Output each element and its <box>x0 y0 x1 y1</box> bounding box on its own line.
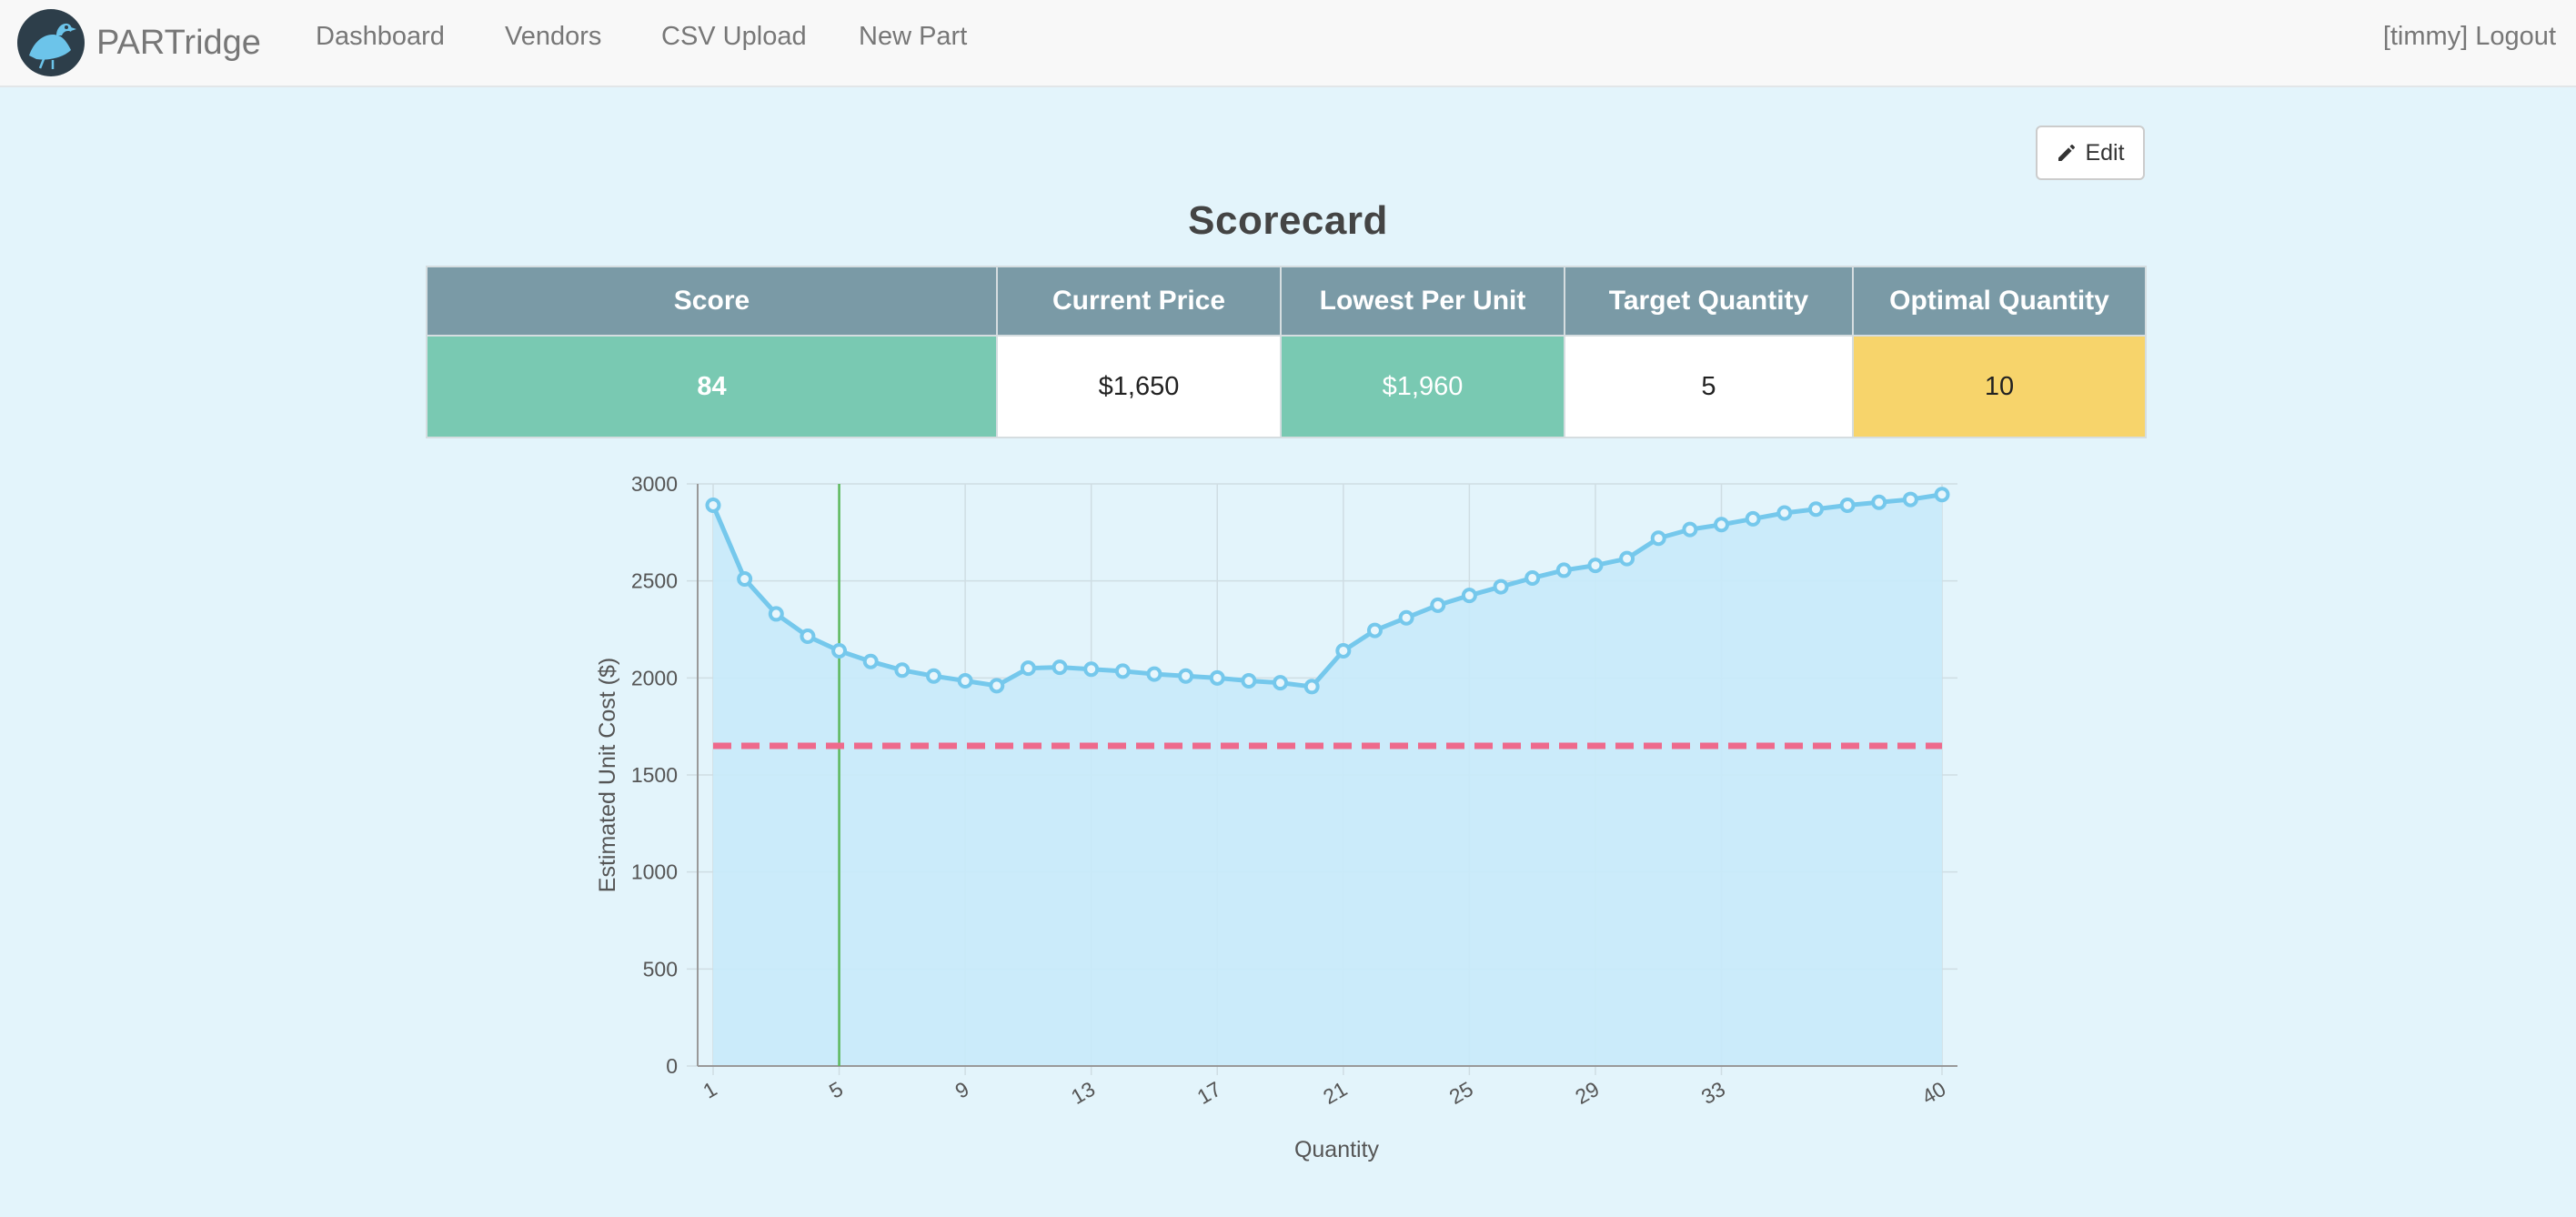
data-point <box>957 673 973 689</box>
x-tick-label: 40 <box>1917 1077 1949 1109</box>
data-point <box>737 571 753 588</box>
data-point <box>1587 558 1604 574</box>
data-point <box>1619 550 1635 567</box>
x-tick-label: 33 <box>1697 1077 1729 1109</box>
data-point <box>705 497 721 513</box>
data-point <box>1902 491 1918 508</box>
data-point <box>894 662 911 679</box>
x-tick-label: 9 <box>951 1077 973 1103</box>
x-tick-label: 17 <box>1193 1077 1225 1109</box>
x-tick-label: 13 <box>1067 1077 1099 1109</box>
data-point <box>1241 673 1257 689</box>
data-point <box>1303 679 1320 695</box>
data-point <box>768 606 784 622</box>
data-point <box>862 653 879 669</box>
x-tick-label: 29 <box>1571 1077 1603 1109</box>
data-point <box>1745 510 1761 527</box>
y-tick-label: 500 <box>643 957 678 981</box>
y-tick-label: 3000 <box>631 472 678 496</box>
data-point <box>1178 668 1194 684</box>
x-tick-label: 21 <box>1319 1077 1351 1109</box>
data-point <box>1114 663 1131 679</box>
data-point <box>1052 659 1068 676</box>
y-tick-label: 2500 <box>631 569 678 593</box>
data-point <box>1430 597 1446 613</box>
data-point <box>831 642 848 659</box>
unit-cost-chart: 0 500 1000 1500 2000 2500 3000 1 5 9 13 17 21 25 29 33 4… <box>595 472 1957 1162</box>
data-point <box>1776 505 1793 521</box>
data-point <box>1871 494 1887 510</box>
data-point <box>1524 569 1541 586</box>
x-tick-label: 5 <box>825 1077 847 1103</box>
data-point <box>925 668 941 684</box>
data-point <box>1493 578 1509 595</box>
data-point <box>1839 497 1856 513</box>
data-point <box>1807 501 1824 518</box>
data-point <box>1366 622 1383 639</box>
data-point <box>1650 530 1666 547</box>
y-tick-label: 1000 <box>631 860 678 884</box>
y-tick-label: 2000 <box>631 666 678 689</box>
x-axis-label: Quantity <box>1294 1137 1380 1162</box>
y-tick-label: 0 <box>666 1054 678 1078</box>
data-point <box>1020 660 1036 677</box>
data-point <box>1083 661 1100 678</box>
data-point <box>1555 562 1572 578</box>
data-point <box>1714 517 1730 533</box>
data-point <box>1398 609 1414 626</box>
data-point <box>800 628 816 644</box>
data-point <box>1146 666 1162 682</box>
data-point <box>1335 642 1352 659</box>
data-point <box>1273 675 1289 691</box>
data-point <box>1682 521 1698 538</box>
x-tick-label: 1 <box>699 1077 720 1103</box>
data-point <box>1934 487 1950 503</box>
y-axis-label: Estimated Unit Cost ($) <box>595 658 620 892</box>
y-tick-label: 1500 <box>631 763 678 787</box>
data-point <box>1209 669 1225 686</box>
data-point <box>1461 588 1477 604</box>
x-tick-label: 25 <box>1445 1077 1477 1109</box>
data-point <box>989 678 1005 694</box>
